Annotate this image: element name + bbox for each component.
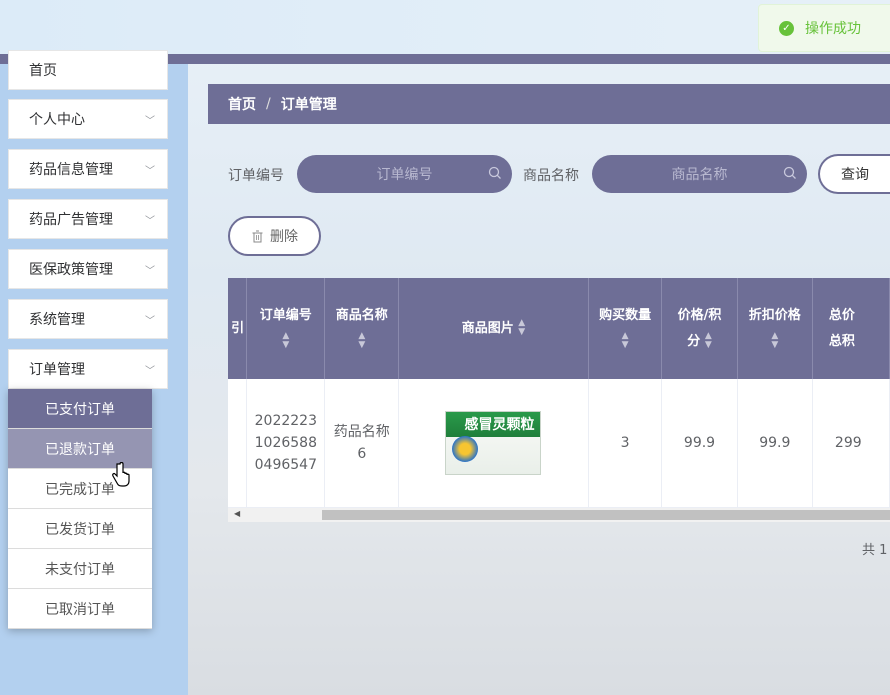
submenu-item-shipped[interactable]: 已发货订单 [8,509,152,549]
chevron-down-icon: ﹀ [145,115,155,127]
sidebar-item-label: 个人中心 [29,112,85,128]
sort-icon[interactable]: ▲ ▼ [518,319,525,337]
chevron-down-icon: ﹀ [145,365,155,377]
table-header-row: 引 订单编号 ▲ ▼ 商品名称 ▲ ▼ 商品图片 ▲ ▼ 购买数量 ▲ ▼ 价格… [228,278,890,379]
trash-icon [252,230,263,242]
sidebar-item-home[interactable]: 首页 [8,50,168,90]
column-header-product-name[interactable]: 商品名称 ▲ ▼ [324,278,400,379]
cell-order-no: 2022223 1026588 0496547 [246,379,326,508]
column-header-order-no[interactable]: 订单编号 ▲ ▼ [246,278,326,379]
chevron-down-icon: ﹀ [145,215,155,227]
delete-button-label: 删除 [270,229,298,245]
breadcrumb-separator: / [266,96,271,112]
query-button[interactable]: 查询 [818,154,890,194]
sort-icon[interactable]: ▲ ▼ [358,332,365,350]
order-no-input[interactable]: 订单编号 [297,155,512,193]
breadcrumb: 首页 / 订单管理 [208,84,890,124]
sidebar-item-label: 医保政策管理 [29,262,113,278]
product-image[interactable]: 感冒灵颗粒 [445,410,542,475]
submenu-item-unpaid[interactable]: 未支付订单 [8,549,152,589]
top-header [0,0,890,54]
sort-icon[interactable]: ▲ ▼ [771,332,778,350]
chevron-down-icon: ﹀ [145,315,155,327]
sort-icon[interactable]: ▲ ▼ [622,332,629,350]
column-header-product-image[interactable]: 商品图片 ▲ ▼ [398,278,589,379]
sidebar-item-label: 首页 [29,63,57,79]
breadcrumb-home[interactable]: 首页 [228,94,256,114]
column-header-total[interactable]: 总价 总积 [812,278,890,379]
order-no-placeholder: 订单编号 [376,167,433,183]
pagination-total: 共 1 [862,543,888,558]
cell-quantity: 3 [588,379,663,508]
scroll-left-icon[interactable]: ◀ [234,509,240,518]
search-icon [488,166,501,179]
submenu-item-completed[interactable]: 已完成订单 [8,469,152,509]
query-button-label: 查询 [841,167,869,183]
order-no-label: 订单编号 [228,168,284,184]
cell-partial [228,379,248,508]
product-name-label: 商品名称 [523,168,579,184]
sidebar-item-drug-ads[interactable]: 药品广告管理 ﹀ [8,199,168,239]
breadcrumb-current: 订单管理 [280,97,337,113]
hand-cursor-icon [112,462,130,487]
sidebar-item-label: 药品广告管理 [29,212,113,228]
cell-product-name: 药品名称 6 [324,379,400,508]
submenu-item-refunded[interactable]: 已退款订单 [8,429,152,469]
cell-price: 99.9 [661,379,738,508]
sidebar-item-label: 系统管理 [29,312,85,328]
check-circle-icon: ✓ [779,20,794,36]
toast-text: 操作成功 [805,21,861,37]
chevron-down-icon: ﹀ [145,165,155,177]
submenu-item-paid[interactable]: 已支付订单 [8,389,152,429]
scrollbar-thumb[interactable] [322,510,890,520]
orders-table: 引 订单编号 ▲ ▼ 商品名称 ▲ ▼ 商品图片 ▲ ▼ 购买数量 ▲ ▼ 价格… [228,278,890,508]
product-box-emblem [452,435,479,462]
sidebar-item-system[interactable]: 系统管理 ﹀ [8,299,168,339]
column-header-price[interactable]: 价格/积 分 ▲ ▼ [661,278,738,379]
submenu-item-cancelled[interactable]: 已取消订单 [8,589,152,629]
main-content: 首页 / 订单管理 订单编号 订单编号 商品名称 商品名称 查询 删除 引 订单… [188,64,890,695]
cell-product-image: 感冒灵颗粒 [398,379,589,508]
orders-submenu: 已支付订单 已退款订单 已完成订单 已发货订单 未支付订单 已取消订单 [8,389,152,629]
chevron-down-icon: ﹀ [145,265,155,277]
sidebar-item-label: 订单管理 [29,362,85,378]
success-toast: ✓ 操作成功 [758,4,890,52]
column-header-partial: 引 [228,278,248,379]
cell-discount: 99.9 [737,379,813,508]
delete-button[interactable]: 删除 [228,216,321,256]
column-header-discount[interactable]: 折扣价格 ▲ ▼ [737,278,813,379]
search-icon [783,166,796,179]
sidebar-item-insurance-policy[interactable]: 医保政策管理 ﹀ [8,249,168,289]
cell-total: 299 [812,379,890,508]
sidebar-item-personal-center[interactable]: 个人中心 ﹀ [8,99,168,139]
sidebar-item-drug-info[interactable]: 药品信息管理 ﹀ [8,149,168,189]
sort-icon[interactable]: ▲ ▼ [282,332,289,350]
table-row[interactable]: 2022223 1026588 0496547 药品名称 6 感冒灵颗粒 3 9… [228,379,890,508]
product-name-input[interactable]: 商品名称 [592,155,807,193]
table-horizontal-scrollbar[interactable]: ◀ [228,508,890,522]
sidebar-item-orders[interactable]: 订单管理 ﹀ [8,349,168,389]
product-name-placeholder: 商品名称 [671,167,728,183]
product-box-title: 感冒灵颗粒 [464,416,535,433]
sort-icon[interactable]: ▲ ▼ [705,332,712,350]
sidebar-item-label: 药品信息管理 [29,162,113,178]
column-header-quantity[interactable]: 购买数量 ▲ ▼ [588,278,663,379]
